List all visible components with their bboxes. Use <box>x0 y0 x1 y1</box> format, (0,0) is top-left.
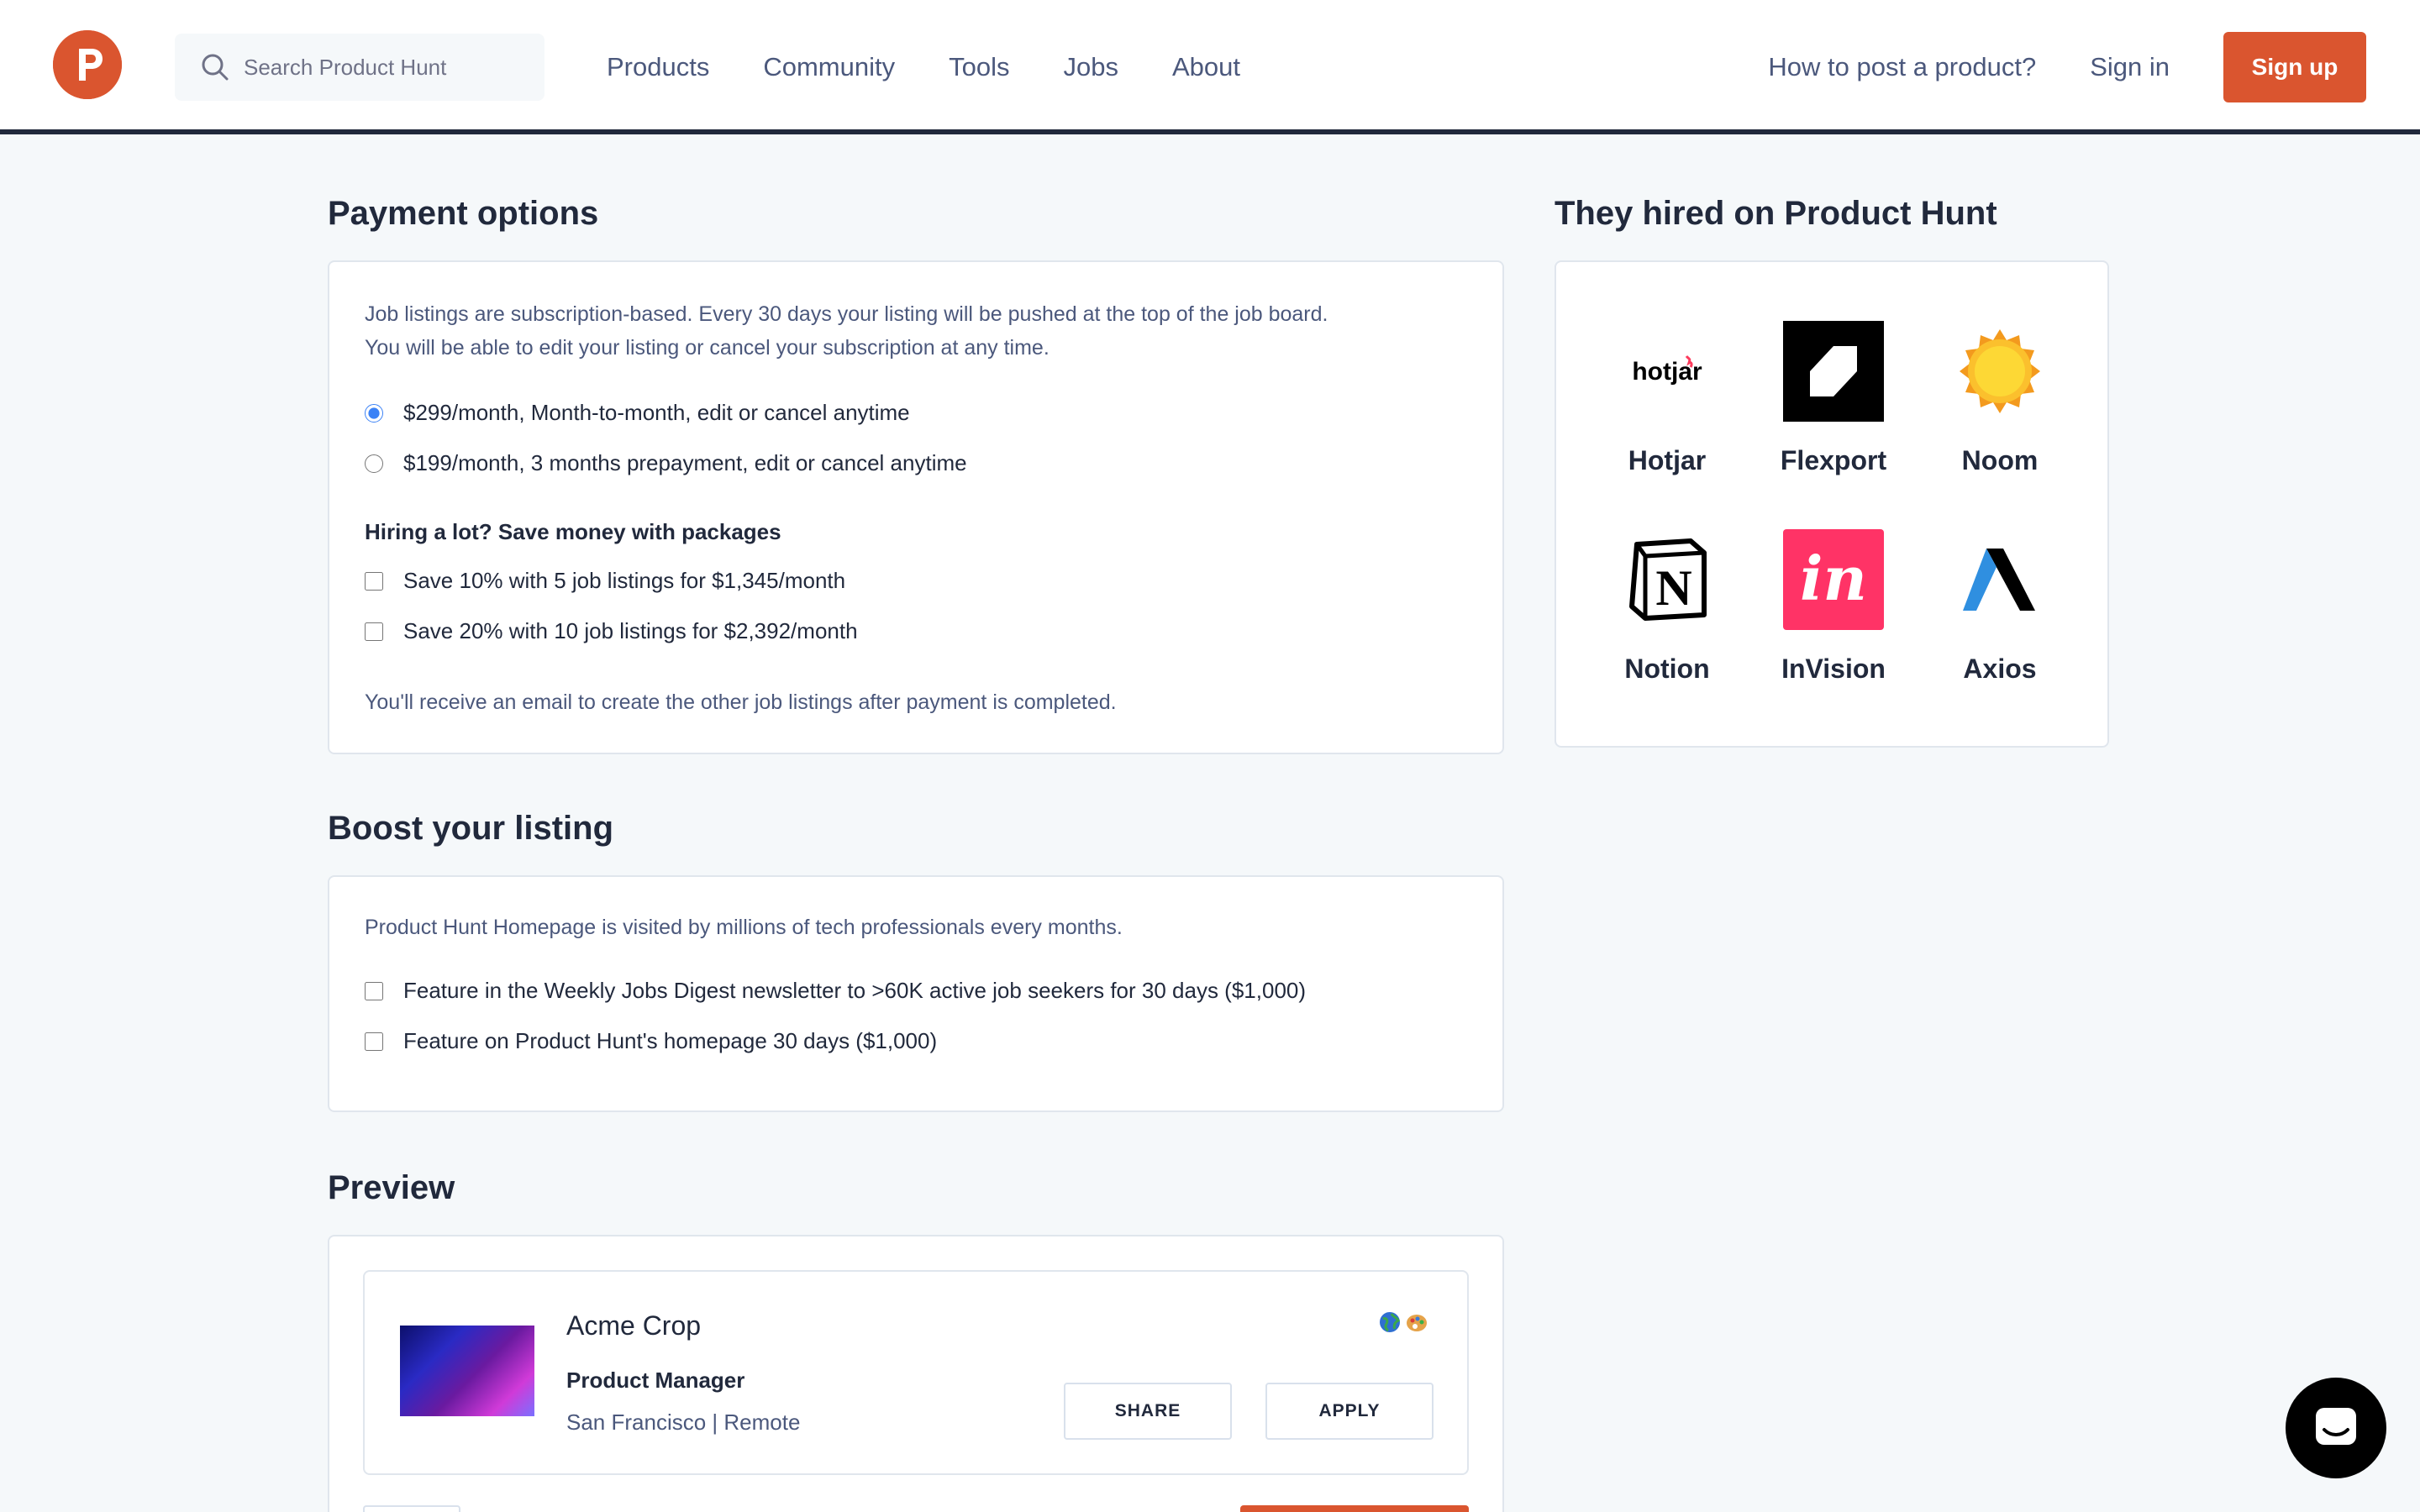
company-flexport[interactable]: Flexport <box>1766 321 1901 476</box>
flexport-logo <box>1783 321 1884 422</box>
boost-title: Boost your listing <box>328 810 613 847</box>
notion-logo-text: N <box>1655 560 1691 616</box>
hotjar-logo-icon: hotjar <box>1632 355 1702 386</box>
sun-icon <box>1960 329 2040 413</box>
chat-icon <box>2316 1408 2356 1445</box>
main-nav: Products Community Tools Jobs About <box>607 0 1240 134</box>
globe-icon <box>1380 1312 1401 1332</box>
boost-checkbox-homepage[interactable] <box>365 1032 383 1051</box>
boost-label-homepage: Feature on Product Hunt's homepage 30 da… <box>403 1028 938 1053</box>
how-to-post-link[interactable]: How to post a product? <box>1768 52 2036 82</box>
palette-icon <box>1407 1315 1427 1331</box>
boost-description: Product Hunt Homepage is visited by mill… <box>365 916 1123 939</box>
hotjar-logo: hotjar <box>1617 321 1718 422</box>
hired-title: They hired on Product Hunt <box>1555 195 1997 232</box>
plan-label-prepay: $199/month, 3 months prepayment, edit or… <box>403 450 967 475</box>
flexport-logo-icon <box>1783 321 1884 422</box>
product-hunt-p-icon <box>53 30 122 99</box>
axios-logo-icon <box>1963 549 2035 611</box>
search-box[interactable] <box>175 34 544 101</box>
invision-logo-text: in <box>1800 543 1867 614</box>
company-name-flexport: Flexport <box>1780 445 1887 475</box>
top-header: Products Community Tools Jobs About How … <box>0 0 2420 134</box>
payment-options-card: Job listings are subscription-based. Eve… <box>328 260 1504 754</box>
nav-about[interactable]: About <box>1172 52 1240 82</box>
share-button[interactable]: SHARE <box>1064 1383 1232 1440</box>
notion-logo-icon: N <box>1629 538 1707 621</box>
axios-logo <box>1949 529 2050 630</box>
packages-title: Hiring a lot? Save money with packages <box>365 519 781 544</box>
company-axios[interactable]: Axios <box>1933 529 2067 685</box>
boost-option-homepage[interactable]: Feature on Product Hunt's homepage 30 da… <box>365 1028 937 1054</box>
package-checkbox-5[interactable] <box>365 571 383 591</box>
search-input[interactable] <box>244 54 529 81</box>
company-name-invision: InVision <box>1781 654 1886 684</box>
sign-up-button[interactable]: Sign up <box>2223 32 2366 102</box>
payment-options-title: Payment options <box>328 195 599 232</box>
company-notion[interactable]: N Notion <box>1600 529 1734 685</box>
company-name-notion: Notion <box>1624 654 1710 684</box>
nav-tools[interactable]: Tools <box>949 52 1009 82</box>
account-nav: How to post a product? Sign in Sign up <box>1768 0 2366 134</box>
job-location: San Francisco | Remote <box>566 1410 801 1435</box>
company-hotjar[interactable]: hotjar Hotjar <box>1600 321 1734 476</box>
submit-button-edge[interactable] <box>1240 1505 1469 1512</box>
payment-description-line-2: You will be able to edit your listing or… <box>365 336 1050 360</box>
search-icon <box>202 54 229 81</box>
payment-description-line-1: Job listings are subscription-based. Eve… <box>365 302 1328 326</box>
notion-logo: N <box>1617 529 1718 630</box>
company-name-noom: Noom <box>1961 445 2039 475</box>
noom-logo <box>1949 321 2050 422</box>
back-button-edge[interactable] <box>363 1505 460 1512</box>
company-thumbnail <box>400 1326 534 1416</box>
chat-launcher-button[interactable] <box>2286 1378 2386 1478</box>
package-label-5: Save 10% with 5 job listings for $1,345/… <box>403 568 846 593</box>
apply-button[interactable]: APPLY <box>1265 1383 1434 1440</box>
boost-card: Product Hunt Homepage is visited by mill… <box>328 875 1504 1112</box>
company-name-hotjar: Hotjar <box>1628 445 1707 475</box>
preview-title: Preview <box>328 1169 455 1206</box>
company-noom[interactable]: Noom <box>1933 321 2067 476</box>
plan-option-prepay[interactable]: $199/month, 3 months prepayment, edit or… <box>365 450 967 476</box>
job-preview-card[interactable]: Acme Crop Product Manager San Francisco … <box>363 1270 1469 1475</box>
package-option-5[interactable]: Save 10% with 5 job listings for $1,345/… <box>365 568 845 594</box>
package-note: You'll receive an email to create the ot… <box>365 690 1117 714</box>
payment-description: Job listings are subscription-based. Eve… <box>365 297 1474 365</box>
boost-option-newsletter[interactable]: Feature in the Weekly Jobs Digest newsle… <box>365 978 1306 1004</box>
package-option-10[interactable]: Save 20% with 10 job listings for $2,392… <box>365 618 858 644</box>
invision-logo-icon: in <box>1783 529 1884 630</box>
invision-logo: in <box>1783 529 1884 630</box>
nav-products[interactable]: Products <box>607 52 709 82</box>
plan-option-monthly[interactable]: $299/month, Month-to-month, edit or canc… <box>365 400 910 426</box>
product-hunt-logo[interactable] <box>53 30 122 99</box>
hired-card: hotjar Hotjar Flexport Noom N Notion in … <box>1555 260 2109 748</box>
nav-jobs[interactable]: Jobs <box>1063 52 1118 82</box>
plan-radio-monthly[interactable] <box>365 403 383 423</box>
plan-label-monthly: $299/month, Month-to-month, edit or canc… <box>403 400 910 425</box>
package-checkbox-10[interactable] <box>365 622 383 641</box>
company-name-axios: Axios <box>1963 654 2037 684</box>
job-role: Product Manager <box>566 1368 745 1393</box>
package-label-10: Save 20% with 10 job listings for $2,392… <box>403 618 858 643</box>
job-company-name: Acme Crop <box>566 1310 702 1341</box>
plan-radio-prepay[interactable] <box>365 454 383 473</box>
company-invision[interactable]: in InVision <box>1766 529 1901 685</box>
sign-in-link[interactable]: Sign in <box>2090 52 2170 82</box>
boost-label-newsletter: Feature in the Weekly Jobs Digest newsle… <box>403 978 1307 1003</box>
boost-checkbox-newsletter[interactable] <box>365 981 383 1000</box>
nav-community[interactable]: Community <box>763 52 895 82</box>
job-tags <box>1378 1310 1428 1334</box>
